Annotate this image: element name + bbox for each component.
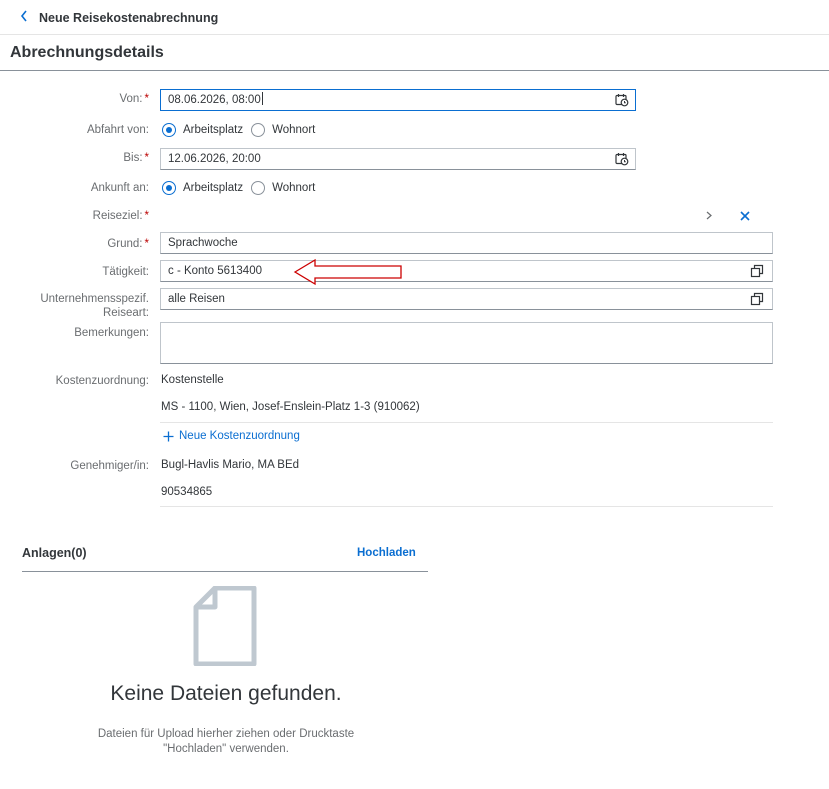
- grund-input[interactable]: Sprachwoche: [160, 232, 773, 254]
- value-help-icon[interactable]: [750, 264, 764, 278]
- empty-state-title: Keine Dateien gefunden.: [110, 682, 342, 705]
- ankunft-wohnort-label[interactable]: Wohnort: [272, 182, 315, 194]
- back-button[interactable]: [20, 9, 28, 25]
- divider: [160, 506, 773, 507]
- plus-icon: [163, 431, 174, 442]
- divider: [160, 422, 773, 423]
- bis-datetime-input[interactable]: 12.06.2026, 20:00: [160, 148, 636, 170]
- ankunft-radio-group: Arbeitsplatz Wohnort: [162, 179, 323, 197]
- upload-button[interactable]: Hochladen: [357, 547, 416, 559]
- genehmiger-label: Genehmiger/in:: [70, 460, 149, 472]
- value-help-icon[interactable]: [750, 292, 764, 306]
- ankunft-label: Ankunft an:: [90, 182, 149, 194]
- kosten-detail: MS - 1100, Wien, Josef-Enslein-Platz 1-3…: [161, 401, 420, 413]
- ankunft-arbeitsplatz-label[interactable]: Arbeitsplatz: [183, 182, 243, 194]
- kosten-label: Kostenzuordnung:: [55, 375, 149, 387]
- empty-state-description: Dateien für Upload hierher ziehen oder D…: [97, 728, 355, 755]
- abfahrt-arbeitsplatz-label[interactable]: Arbeitsplatz: [183, 124, 243, 136]
- section-title: Abrechnungsdetails: [10, 44, 164, 61]
- bis-label: Bis: *: [123, 152, 149, 164]
- taetigkeit-input[interactable]: c - Konto 5613400: [160, 260, 773, 282]
- clear-icon[interactable]: [740, 211, 750, 221]
- ankunft-arbeitsplatz-radio[interactable]: [162, 181, 176, 195]
- von-label: Von: *: [119, 93, 149, 105]
- document-icon: [193, 586, 257, 666]
- reiseart-input[interactable]: alle Reisen: [160, 288, 773, 310]
- grund-label: Grund: *: [107, 238, 149, 250]
- bemerkungen-textarea[interactable]: [160, 322, 773, 364]
- abfahrt-radio-group: Arbeitsplatz Wohnort: [162, 121, 323, 139]
- abfahrt-wohnort-label[interactable]: Wohnort: [272, 124, 315, 136]
- calendar-clock-icon[interactable]: [615, 93, 629, 107]
- section-divider: [0, 70, 829, 71]
- page-title: Neue Reisekostenabrechnung: [39, 11, 219, 25]
- kosten-type: Kostenstelle: [161, 374, 224, 386]
- abfahrt-wohnort-radio[interactable]: [251, 123, 266, 137]
- chevron-left-icon: [20, 10, 27, 22]
- reiseziel-field[interactable]: [160, 204, 773, 226]
- abfahrt-arbeitsplatz-radio[interactable]: [162, 123, 176, 137]
- bemerkungen-label: Bemerkungen:: [74, 327, 149, 339]
- chevron-right-icon[interactable]: [706, 211, 712, 220]
- reiseziel-label: Reiseziel: *: [92, 210, 149, 222]
- taetigkeit-label: Tätigkeit:: [102, 266, 149, 278]
- add-kostenzuordnung-link[interactable]: Neue Kostenzuordnung: [163, 430, 300, 442]
- abfahrt-label: Abfahrt von:: [86, 124, 149, 136]
- header-divider: [0, 34, 829, 35]
- von-datetime-input[interactable]: 08.06.2026, 08:00: [160, 89, 636, 111]
- attachments-title: Anlagen(0): [22, 546, 87, 560]
- calendar-clock-icon[interactable]: [615, 152, 629, 166]
- attachments-divider: [22, 571, 428, 572]
- ankunft-wohnort-radio[interactable]: [251, 181, 266, 195]
- annotation-arrow-icon: [293, 258, 402, 286]
- reiseart-label: Unternehmensspezif. Reiseart:: [40, 293, 149, 319]
- genehmiger-name: Bugl-Havlis Mario, MA BEd: [161, 459, 300, 471]
- genehmiger-id: 90534865: [161, 486, 213, 498]
